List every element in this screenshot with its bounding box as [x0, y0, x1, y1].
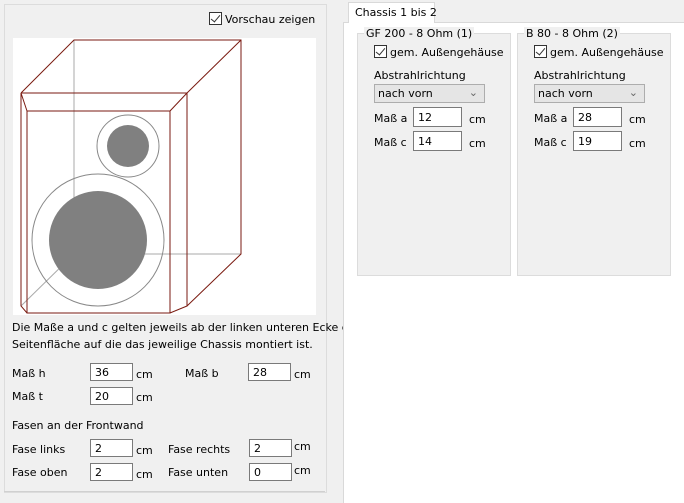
show-preview-label: Vorschau zeigen	[225, 13, 316, 26]
unit-label: cm	[136, 391, 153, 404]
direction-value: nach vorn	[378, 87, 433, 100]
unit-label: cm	[136, 444, 153, 457]
speaker-preview	[13, 38, 316, 315]
divider	[4, 491, 325, 492]
unit-label: cm	[136, 468, 153, 481]
direction-select[interactable]: nach vorn ⌄	[534, 84, 645, 103]
description-line: Die Maße a und c gelten jeweils ab der l…	[12, 321, 361, 334]
dim-a-label: Maß a	[374, 112, 408, 125]
unit-label: cm	[469, 137, 486, 150]
tab-label: Chassis 1 bis 2	[355, 6, 437, 19]
direction-select[interactable]: nach vorn ⌄	[374, 84, 485, 103]
unit-label: cm	[294, 368, 311, 381]
unit-label: cm	[629, 113, 646, 126]
tweeter-icon	[107, 125, 149, 167]
unit-label: cm	[294, 464, 311, 477]
fase-oben-label: Fase oben	[12, 466, 68, 479]
fase-rechts-label: Fase rechts	[168, 443, 231, 456]
depth-input[interactable]	[90, 387, 133, 405]
fase-unten-input[interactable]	[249, 463, 292, 481]
width-input[interactable]	[248, 363, 291, 381]
fase-oben-input[interactable]	[90, 463, 133, 481]
unit-label: cm	[294, 440, 311, 453]
dim-a-input[interactable]	[573, 107, 622, 127]
chassis-group-2: B 80 - 8 Ohm (2) gem. Außengehäuse Abstr…	[517, 27, 671, 276]
group-title: B 80 - 8 Ohm (2)	[524, 27, 620, 40]
width-label: Maß b	[185, 367, 219, 380]
description-line: Seitenfläche auf die das jeweilige Chass…	[12, 338, 313, 351]
fase-unten-label: Fase unten	[168, 466, 229, 479]
shared-enclosure-label: gem. Außengehäuse	[550, 46, 664, 59]
chassis-group-1: GF 200 - 8 Ohm (1) gem. Außengehäuse Abs…	[357, 27, 511, 276]
shared-enclosure-checkbox[interactable]	[534, 45, 547, 58]
height-input[interactable]	[90, 363, 133, 381]
dim-c-input[interactable]	[413, 131, 462, 151]
speaker-drawing	[20, 39, 242, 314]
direction-value: nach vorn	[538, 87, 593, 100]
fase-links-input[interactable]	[90, 439, 133, 457]
fasen-heading: Fasen an der Frontwand	[12, 419, 144, 432]
dim-a-input[interactable]	[413, 107, 462, 127]
woofer-icon	[49, 191, 147, 289]
chevron-down-icon: ⌄	[628, 86, 638, 99]
shared-enclosure-label: gem. Außengehäuse	[390, 46, 504, 59]
group-title: GF 200 - 8 Ohm (1)	[364, 27, 475, 40]
dim-c-label: Maß c	[374, 136, 407, 149]
dim-c-label: Maß c	[534, 136, 567, 149]
fase-rechts-input[interactable]	[249, 439, 292, 457]
tab-chassis-1-2[interactable]: Chassis 1 bis 2	[348, 2, 437, 23]
depth-label: Maß t	[12, 390, 43, 403]
direction-label: Abstrahlrichtung	[374, 69, 466, 82]
unit-label: cm	[136, 368, 153, 381]
dim-a-label: Maß a	[534, 112, 568, 125]
shared-enclosure-checkbox[interactable]	[374, 45, 387, 58]
show-preview-checkbox[interactable]	[209, 12, 222, 25]
unit-label: cm	[629, 137, 646, 150]
fase-links-label: Fase links	[12, 443, 66, 456]
dim-c-input[interactable]	[573, 131, 622, 151]
unit-label: cm	[469, 113, 486, 126]
direction-label: Abstrahlrichtung	[534, 69, 626, 82]
height-label: Maß h	[12, 367, 46, 380]
chevron-down-icon: ⌄	[468, 86, 478, 99]
